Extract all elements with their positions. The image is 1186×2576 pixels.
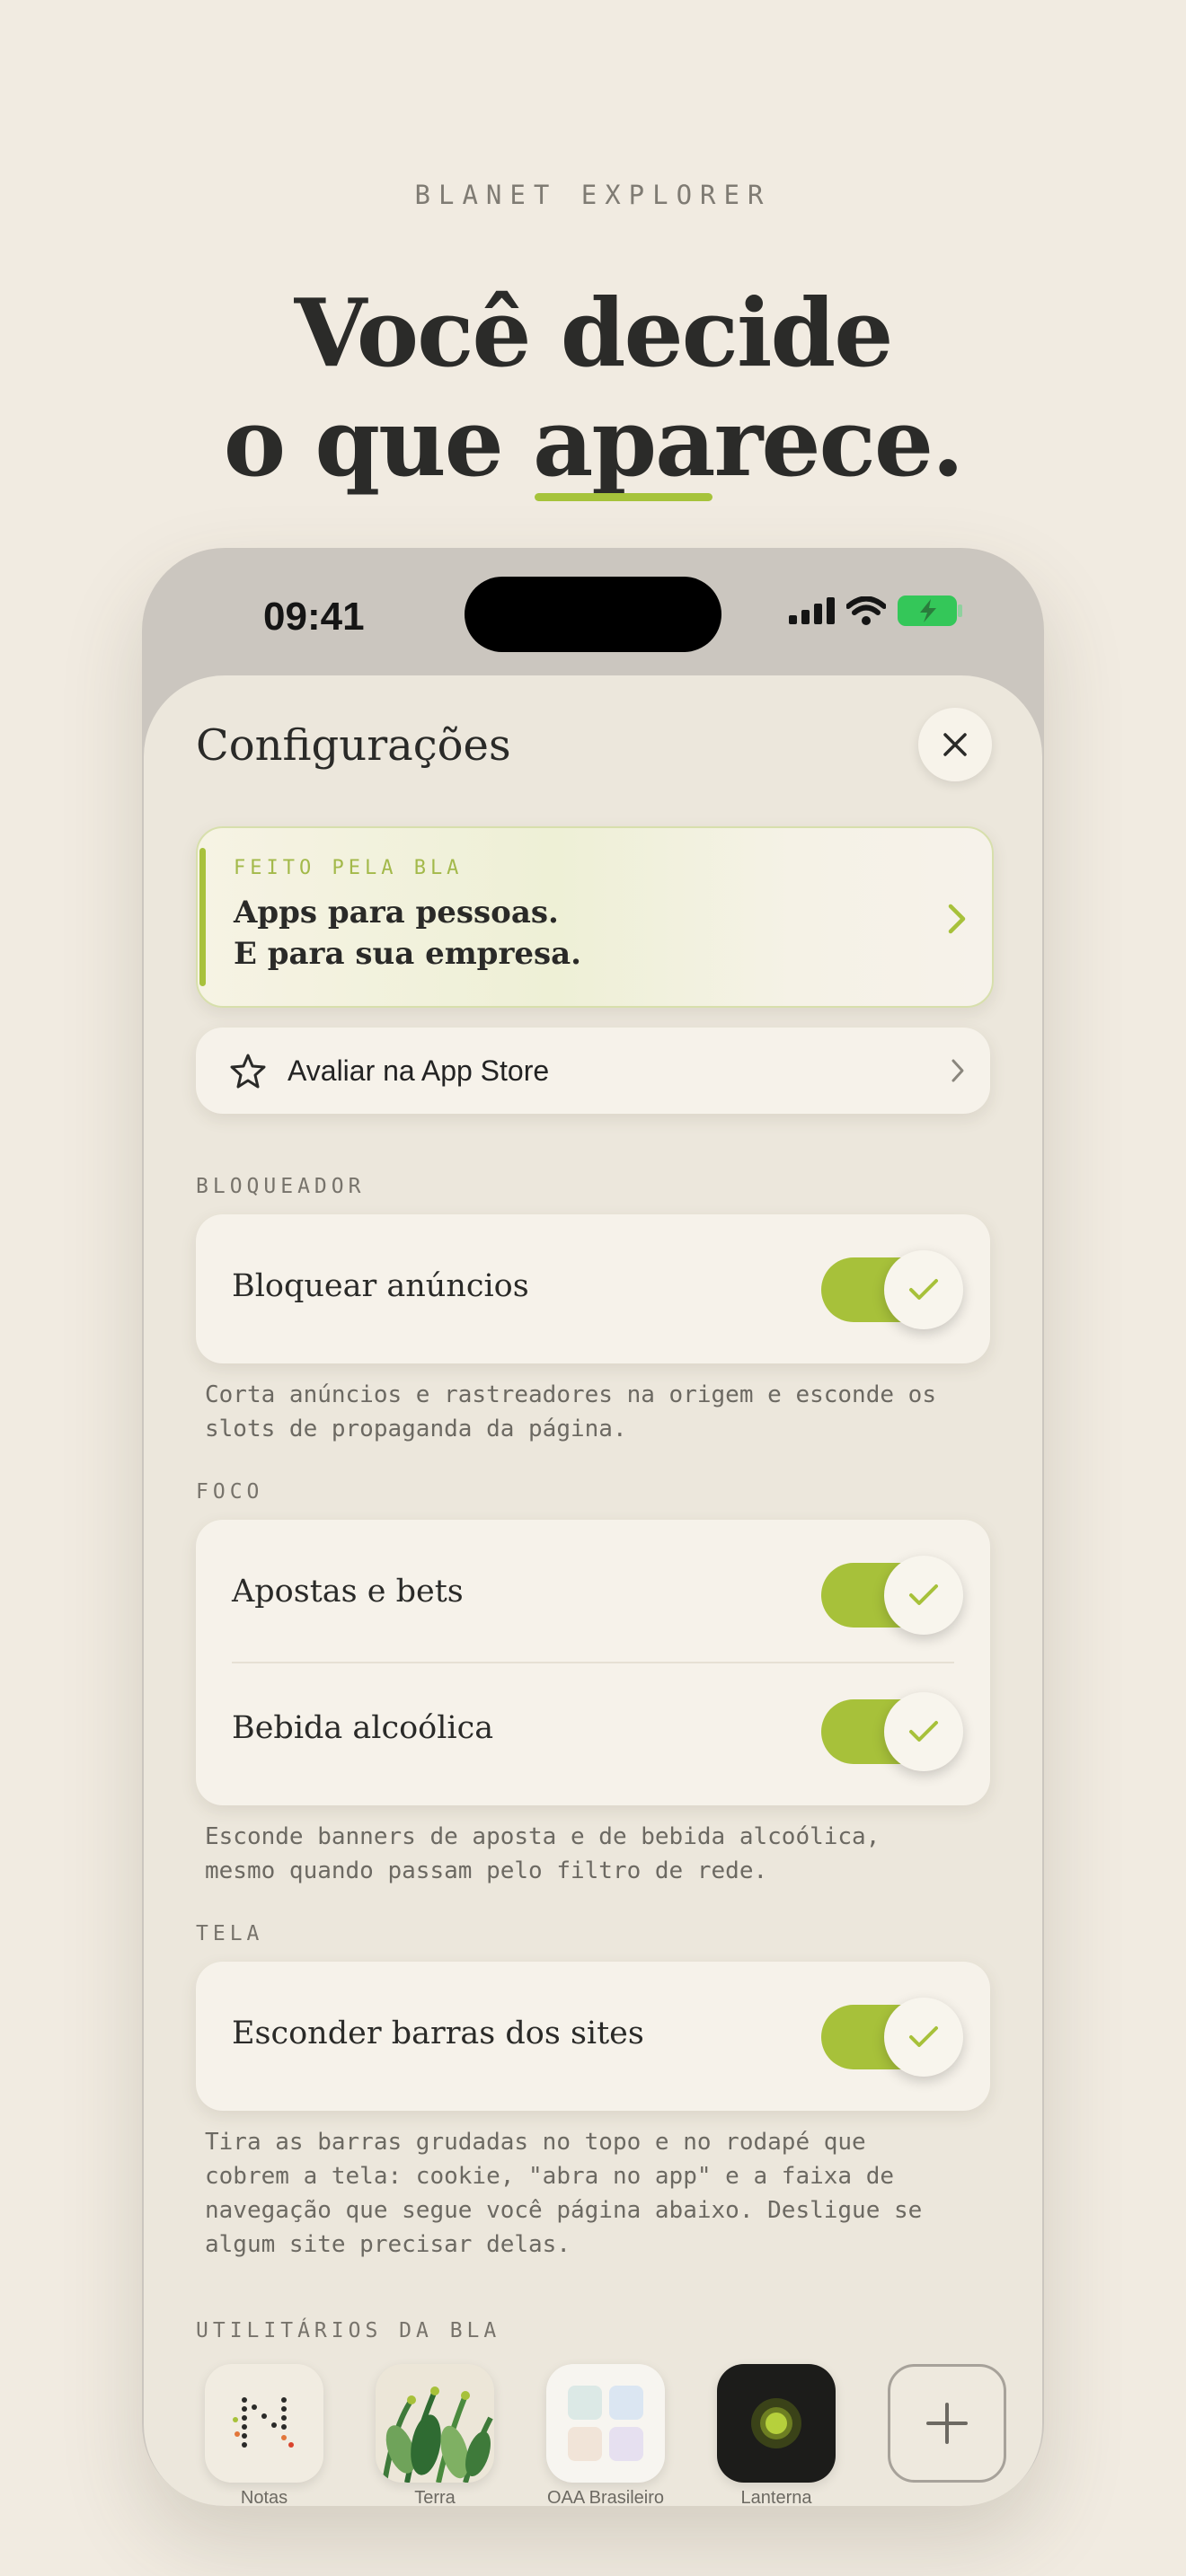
- app-notas[interactable]: Notas: [205, 2364, 323, 2506]
- section-label-screen: TELA: [196, 1922, 264, 1945]
- section-label-utilities: UTILITÁRIOS DA BLA: [196, 2319, 501, 2342]
- app-name: Lanterna: [740, 2488, 812, 2506]
- toggle-bets[interactable]: [821, 1556, 963, 1635]
- sheet-title: Configurações: [196, 720, 511, 771]
- focus-description: Esconde banners de aposta e de bebida al…: [205, 1820, 978, 1888]
- close-button[interactable]: [918, 708, 992, 781]
- screen-description: Tira as barras grudadas no topo e no rod…: [205, 2125, 978, 2262]
- promo-card[interactable]: FEITO PELA BLA Apps para pessoas. E para…: [196, 826, 994, 1008]
- app-oaa-brasileiro[interactable]: OAA Brasileiro: [546, 2364, 665, 2506]
- chevron-right-icon: [951, 1059, 964, 1082]
- plus-icon: [888, 2364, 1006, 2483]
- promo-eyebrow: FEITO PELA BLA: [234, 857, 464, 879]
- check-icon: [909, 1721, 938, 1742]
- description-line: Tira as barras grudadas no topo e no rod…: [205, 2129, 866, 2156]
- toggle-knob: [884, 1998, 963, 2077]
- description-line: mesmo quando passam pelo filtro de rede.: [205, 1857, 768, 1884]
- star-icon: [230, 1054, 266, 1089]
- description-line: Corta anúncios e rastreadores na origem …: [205, 1381, 936, 1408]
- blocker-card: Bloquear anúncios: [196, 1214, 990, 1363]
- settings-sheet: Configurações FEITO PELA BLA Apps para p…: [144, 675, 1042, 2506]
- blocker-description: Corta anúncios e rastreadores na origem …: [205, 1378, 978, 1446]
- brand-eyebrow: BLANET EXPLORER: [414, 180, 772, 210]
- headline-line-2: o que aparece.: [0, 387, 1186, 501]
- status-time: 09:41: [263, 595, 365, 639]
- section-label-focus: FOCO: [196, 1480, 264, 1504]
- row-label-hide-bars: Esconder barras dos sites: [232, 2016, 644, 2051]
- screen-card: Esconder barras dos sites: [196, 1962, 990, 2111]
- description-line: navegação que segue você página abaixo. …: [205, 2197, 923, 2224]
- grid-tiles-icon: [546, 2364, 665, 2483]
- app-name: Notas: [240, 2488, 288, 2506]
- headline: Você decide o que aparece.: [0, 278, 1186, 501]
- flashlight-glow-icon: [717, 2364, 836, 2483]
- utilities-apps-row: Notas Terra OAA Brasileiro Lanterna: [205, 2364, 1006, 2506]
- app-name: OAA Brasileiro: [546, 2488, 665, 2506]
- headline-line-2-end: rece.: [713, 387, 965, 498]
- row-divider: [232, 1662, 954, 1663]
- dynamic-island: [465, 577, 721, 652]
- toggle-hide-bars[interactable]: [821, 1998, 963, 2077]
- app-terra[interactable]: Terra: [376, 2364, 494, 2506]
- check-icon: [909, 1584, 938, 1605]
- focus-card: Apostas e bets Bebida alcoólica: [196, 1520, 990, 1805]
- rate-app-store-row[interactable]: Avaliar na App Store: [196, 1028, 990, 1114]
- phone-frame: 09:41 Configurações FEITO PELA BLA Apps …: [142, 548, 1044, 2506]
- description-line: Esconde banners de aposta e de bebida al…: [205, 1823, 881, 1850]
- headline-line-1: Você decide: [294, 278, 894, 388]
- toggle-knob: [884, 1250, 963, 1329]
- notes-dots-icon: [205, 2364, 323, 2483]
- plants-icon: [376, 2364, 494, 2483]
- promo-accent-bar: [199, 848, 206, 986]
- check-icon: [909, 2026, 938, 2047]
- cellular-signal-icon: [789, 597, 835, 624]
- wifi-icon: [846, 596, 886, 625]
- toggle-knob: [884, 1556, 963, 1635]
- headline-underlined-word: apa: [533, 387, 716, 501]
- promo-line-2: E para sua empresa.: [234, 936, 581, 972]
- promo-line-1: Apps para pessoas.: [234, 895, 559, 931]
- row-label-block-ads: Bloquear anúncios: [232, 1268, 529, 1304]
- row-label-bets: Apostas e bets: [232, 1574, 464, 1610]
- battery-charging-icon: [898, 595, 962, 626]
- add-app-button[interactable]: [888, 2364, 1006, 2483]
- rate-label: Avaliar na App Store: [288, 1054, 550, 1087]
- section-label-blocker: BLOQUEADOR: [196, 1175, 366, 1198]
- chevron-right-icon: [948, 904, 966, 934]
- row-label-alcohol: Bebida alcoólica: [232, 1710, 494, 1746]
- toggle-alcohol[interactable]: [821, 1692, 963, 1771]
- toggle-block-ads[interactable]: [821, 1250, 963, 1329]
- description-line: cobrem a tela: cookie, "abra no app" e a…: [205, 2163, 895, 2190]
- app-name: Terra: [414, 2488, 456, 2506]
- toggle-knob: [884, 1692, 963, 1771]
- close-icon: [943, 733, 967, 756]
- app-lanterna[interactable]: Lanterna: [717, 2364, 836, 2506]
- status-icons: [789, 595, 963, 627]
- description-line: slots de propaganda da página.: [205, 1416, 627, 1442]
- headline-line-2-start: o que: [223, 387, 534, 498]
- check-icon: [909, 1279, 938, 1300]
- description-line: algum site precisar delas.: [205, 2231, 571, 2258]
